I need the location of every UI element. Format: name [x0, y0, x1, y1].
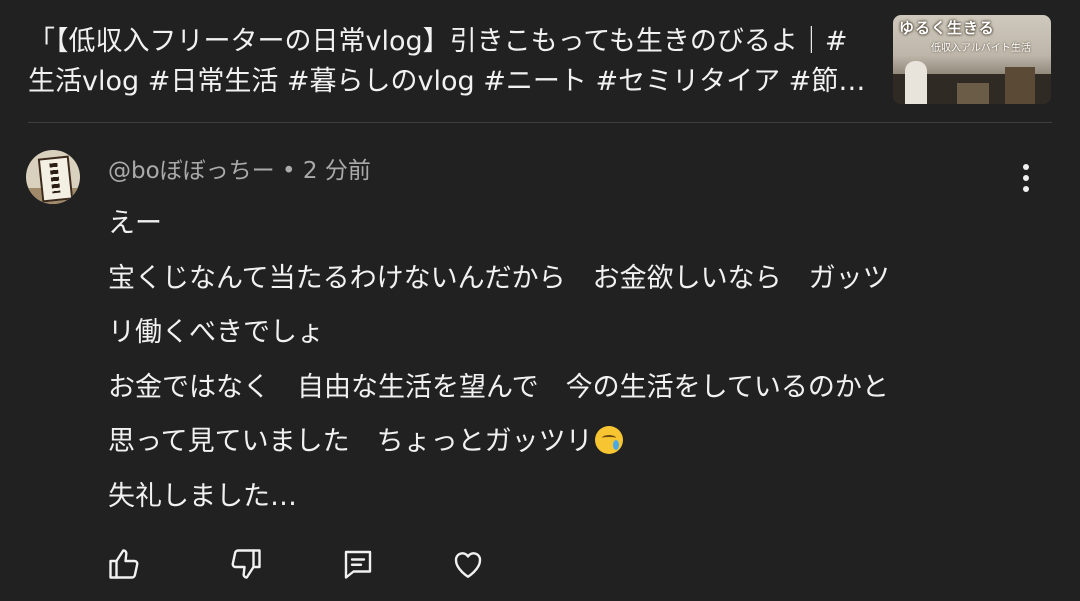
thumbnail-title-text: ゆるく生きる	[899, 19, 995, 37]
comment-line: お金ではなく 自由な生活を望んで 今の生活をしているのかと	[108, 371, 889, 403]
divider	[28, 122, 1052, 123]
thumb-down-icon	[231, 549, 261, 579]
comment-line-with-emoji: 思って見ていました ちょっとガッツリ	[108, 415, 1028, 470]
thumbnail-sub-text: 低収入アルバイト生活	[931, 43, 1031, 54]
comment-line: 失礼しました…	[108, 480, 297, 512]
heart-button[interactable]	[448, 544, 488, 584]
more-vert-icon	[1023, 175, 1029, 181]
comment-text: えー 宝くじなんて当たるわけないんだから お金欲しいなら ガッツ リ働くべきでし…	[108, 197, 1028, 524]
thumbnail-box	[1005, 67, 1035, 104]
dislike-button[interactable]	[226, 544, 266, 584]
more-vert-icon	[1023, 164, 1029, 170]
video-header[interactable]: 「【低収入フリーターの日常vlog】引きこもっても生きのびるよ｜#生活vlog …	[0, 0, 1080, 123]
avatar-image	[37, 155, 74, 203]
like-button[interactable]	[104, 544, 144, 584]
meta-separator: •	[274, 158, 303, 184]
heart-icon	[454, 552, 482, 578]
comment-line: 思って見ていました ちょっとガッツリ	[108, 426, 593, 457]
thumbnail-box	[957, 83, 989, 104]
comment-icon	[344, 550, 372, 579]
video-title[interactable]: 「【低収入フリーターの日常vlog】引きこもっても生きのびるよ｜#生活vlog …	[28, 22, 873, 102]
video-thumbnail[interactable]: ゆるく生きる 低収入アルバイト生活	[893, 15, 1051, 104]
comment-time: 2 分前	[302, 158, 371, 184]
reply-button[interactable]	[338, 544, 378, 584]
more-vert-icon	[1023, 186, 1029, 192]
avatar[interactable]	[26, 150, 80, 204]
crying-face-icon	[594, 426, 623, 454]
comment-line: 宝くじなんて当たるわけないんだから お金欲しいなら ガッツ	[108, 262, 890, 294]
thumbnail-figure	[905, 61, 927, 104]
comment-author[interactable]: @boぼぼっちー	[108, 158, 275, 184]
thumb-up-icon	[109, 549, 139, 579]
more-options-button[interactable]	[1010, 160, 1042, 196]
comment-line: えー	[108, 208, 162, 239]
comment-actions	[0, 540, 1080, 590]
comment-meta: @boぼぼっちー • 2 分前	[108, 155, 371, 187]
comment-line: リ働くべきでしょ	[108, 317, 324, 348]
